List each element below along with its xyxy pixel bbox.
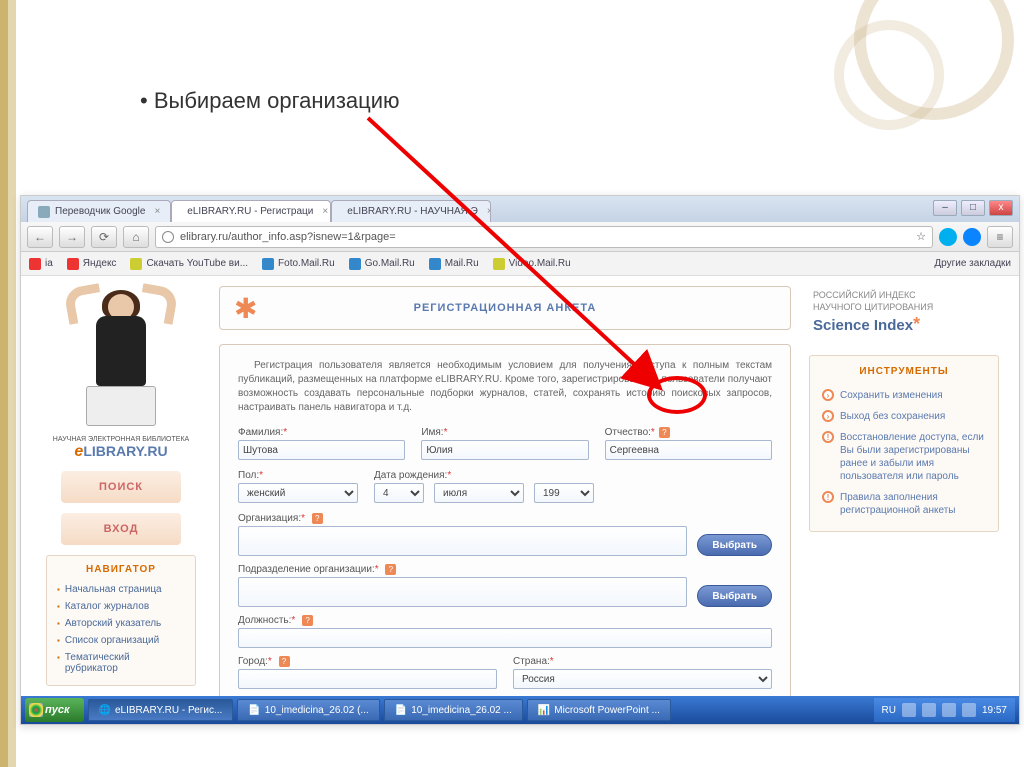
- back-button[interactable]: ←: [27, 226, 53, 248]
- city-input[interactable]: [238, 669, 497, 689]
- surname-input[interactable]: [238, 440, 405, 460]
- tool-item[interactable]: ›Выход без сохранения: [822, 406, 986, 427]
- system-tray[interactable]: RU 19:57: [874, 698, 1015, 722]
- browser-tab-strip: Переводчик Google× eLIBRARY.RU - Регистр…: [21, 196, 1019, 222]
- maximize-button[interactable]: □: [961, 200, 985, 216]
- skype-icon[interactable]: [939, 228, 957, 246]
- start-button[interactable]: пуск: [25, 698, 84, 722]
- home-button[interactable]: ⌂: [123, 226, 149, 248]
- menu-button[interactable]: ≡: [987, 226, 1013, 248]
- extension-icon[interactable]: [963, 228, 981, 246]
- elibrary-logo: НАУЧНАЯ ЭЛЕКТРОННАЯ БИБЛИОТЕКА eLIBRARY.…: [53, 436, 189, 461]
- nav-item[interactable]: Тематический рубрикатор: [57, 649, 185, 677]
- select-organization-button[interactable]: Выбрать: [697, 534, 772, 556]
- browser-tab[interactable]: eLIBRARY.RU - Регистраци×: [171, 200, 331, 222]
- taskbar-app[interactable]: 📄10_imedicina_26.02 ...: [384, 699, 523, 721]
- bookmark[interactable]: Video.Mail.Ru: [493, 258, 571, 270]
- taskbar-app[interactable]: 📄10_imedicina_26.02 (...: [237, 699, 379, 721]
- browser-tab[interactable]: eLIBRARY.RU - НАУЧНАЯ Э×: [331, 200, 491, 222]
- navigator-title: НАВИГАТОР: [57, 564, 185, 575]
- slide-title: Выбираем организацию: [140, 88, 400, 114]
- name-input[interactable]: [421, 440, 588, 460]
- close-icon[interactable]: ×: [322, 206, 328, 217]
- globe-icon: [162, 231, 174, 243]
- science-index-logo: РОССИЙСКИЙ ИНДЕКС НАУЧНОГО ЦИТИРОВАНИЯ S…: [809, 286, 999, 341]
- windows-taskbar: пуск 🌐eLIBRARY.RU - Регис... 📄10_imedici…: [21, 696, 1019, 724]
- bookmark[interactable]: Go.Mail.Ru: [349, 258, 415, 270]
- page-banner: ✱ РЕГИСТРАЦИОННАЯ АНКЕТА: [219, 286, 791, 330]
- hero-image: [56, 286, 186, 426]
- login-button[interactable]: ВХОД: [61, 513, 181, 545]
- flower-icon: ✱: [234, 292, 257, 325]
- other-bookmarks[interactable]: Другие закладки: [930, 258, 1011, 269]
- position-input[interactable]: [238, 628, 772, 648]
- country-select[interactable]: Россия: [513, 669, 772, 689]
- tool-item[interactable]: !Правила заполнения регистрационной анке…: [822, 487, 986, 521]
- select-department-button[interactable]: Выбрать: [697, 585, 772, 607]
- clock: 19:57: [982, 705, 1007, 716]
- organization-input[interactable]: [238, 526, 687, 556]
- address-bar[interactable]: elibrary.ru/author_info.asp?isnew=1&rpag…: [155, 226, 933, 248]
- tool-item[interactable]: !Восстановление доступа, если Вы были за…: [822, 427, 986, 487]
- tools-title: ИНСТРУМЕНТЫ: [822, 366, 986, 377]
- screenshot-window: Переводчик Google× eLIBRARY.RU - Регистр…: [20, 195, 1020, 725]
- tool-item[interactable]: ›Сохранить изменения: [822, 385, 986, 406]
- taskbar-app[interactable]: 📊Microsoft PowerPoint ...: [527, 699, 671, 721]
- patronymic-input[interactable]: [605, 440, 772, 460]
- bookmark-star-icon[interactable]: ☆: [916, 230, 926, 243]
- browser-tab[interactable]: Переводчик Google×: [27, 200, 171, 222]
- bookmark[interactable]: Foto.Mail.Ru: [262, 258, 335, 270]
- close-button[interactable]: x: [989, 200, 1013, 216]
- search-button[interactable]: ПОИСК: [61, 471, 181, 503]
- intro-text: Регистрация пользователя является необхо…: [238, 359, 772, 415]
- forward-button[interactable]: →: [59, 226, 85, 248]
- minimize-button[interactable]: –: [933, 200, 957, 216]
- bookmarks-bar: ia Яндекс Скачать YouTube ви... Foto.Mai…: [21, 252, 1019, 276]
- dob-month-select[interactable]: июля: [434, 483, 524, 503]
- nav-item[interactable]: Начальная страница: [57, 581, 185, 598]
- bookmark[interactable]: ia: [29, 258, 53, 270]
- department-input[interactable]: [238, 577, 687, 607]
- registration-form: Регистрация пользователя является необхо…: [219, 344, 791, 696]
- navigator-panel: НАВИГАТОР Начальная страница Каталог жур…: [46, 555, 196, 686]
- close-icon[interactable]: ×: [487, 206, 491, 217]
- reload-button[interactable]: ⟳: [91, 226, 117, 248]
- taskbar-app[interactable]: 🌐eLIBRARY.RU - Регис...: [88, 699, 234, 721]
- bookmark[interactable]: Скачать YouTube ви...: [130, 258, 248, 270]
- tools-panel: ИНСТРУМЕНТЫ ›Сохранить изменения ›Выход …: [809, 355, 999, 532]
- dob-year-select[interactable]: 199: [534, 483, 594, 503]
- nav-item[interactable]: Каталог журналов: [57, 598, 185, 615]
- bookmark[interactable]: Яндекс: [67, 258, 117, 270]
- nav-item[interactable]: Авторский указатель: [57, 615, 185, 632]
- browser-toolbar: ← → ⟳ ⌂ elibrary.ru/author_info.asp?isne…: [21, 222, 1019, 252]
- bookmark[interactable]: Mail.Ru: [429, 258, 479, 270]
- dob-day-select[interactable]: 4: [374, 483, 424, 503]
- sex-select[interactable]: женский: [238, 483, 358, 503]
- close-icon[interactable]: ×: [154, 206, 160, 217]
- nav-item[interactable]: Список организаций: [57, 632, 185, 649]
